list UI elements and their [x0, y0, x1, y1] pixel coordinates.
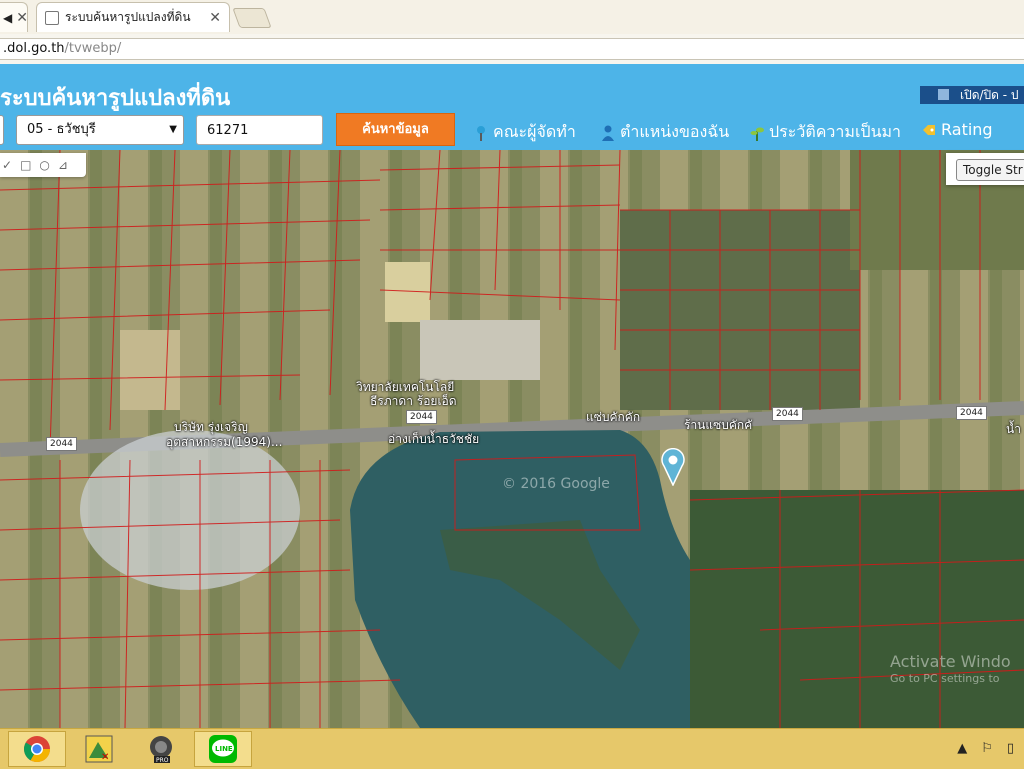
tag-icon [922, 122, 936, 138]
chevron-down-icon: ▼ [169, 124, 177, 135]
map-label-edge: น้ำ [1006, 420, 1021, 439]
url-path: /tvwebp/ [64, 41, 122, 56]
search-button[interactable]: ค้นหาข้อมูล [336, 113, 455, 146]
toggle-street-button[interactable]: Toggle Str [956, 159, 1024, 181]
map-label-company-line2: อุตสาหกรรม(1994)... [166, 435, 283, 449]
map-label-restaurant-2-text: ร้านแซบคักคั [684, 418, 753, 432]
map-watermark: © 2016 Google [502, 476, 610, 492]
svg-text:✕: ✕ [101, 752, 109, 763]
taskbar-chrome[interactable] [8, 731, 66, 767]
parcel-number-input[interactable] [196, 115, 323, 145]
map-label-restaurant-1-text: แซ่บคักคัก [586, 410, 641, 424]
chrome-icon [23, 736, 51, 763]
road-shield: 2044 [772, 407, 803, 421]
map-imagery [0, 150, 1024, 728]
tab-close-icon[interactable]: ✕ [16, 10, 28, 26]
map-label-edge-text: น้ำ [1006, 422, 1021, 436]
draw-rectangle-icon[interactable]: □ [20, 158, 31, 172]
url-host: .dol.go.th [3, 41, 65, 56]
page-favicon-icon [45, 10, 59, 25]
panel-toggle-button[interactable]: เปิด/ปิด - ป [920, 86, 1024, 104]
media-pro-icon: PRO [150, 736, 172, 764]
tab-title: ระบบค้นหารูปแปลงที่ดิน [65, 10, 191, 24]
svg-text:PRO: PRO [156, 757, 169, 764]
panel-toggle-label: เปิด/ปิด - ป [960, 88, 1019, 102]
checkbox-icon [938, 89, 949, 100]
map-label-company-2: อุตสาหกรรม(1994)... [166, 433, 282, 452]
nav-credits-label: คณะผู้จัดทำ [493, 122, 576, 141]
nav-my-location[interactable]: ตำแหน่งของฉัน [601, 120, 729, 145]
map-label-college-2: ธีรภาดา ร้อยเอ็ด [370, 392, 457, 411]
system-tray: ▲ ⚐ ▯ [957, 741, 1014, 756]
windows-taskbar: ✕ PRO LINE ▲ ⚐ ▯ [0, 728, 1024, 769]
leaf-icon [750, 125, 764, 141]
taskbar-line[interactable]: LINE [194, 731, 252, 767]
nav-credits[interactable]: คณะผู้จัดทำ [474, 120, 576, 145]
page-title: ระบบค้นหารูปแปลงที่ดิน [0, 86, 231, 111]
draw-line-icon[interactable]: ✓ [2, 158, 12, 172]
satellite-map[interactable]: วิทยาลัยเทคโนโลยี ธีรภาดา ร้อยเอ็ด บริษั… [0, 150, 1024, 728]
map-label-reservoir: อ่างเก็บน้ำธวัชชัย [388, 430, 479, 449]
image-viewer-icon: ✕ [85, 735, 113, 763]
map-label-company-line1: บริษัท รุ่งเจริญ [174, 420, 248, 434]
nav-history-label: ประวัติความเป็นมา [769, 122, 902, 141]
pin-icon [474, 125, 488, 141]
tray-expand-icon[interactable]: ▲ [957, 741, 967, 756]
new-tab-button[interactable] [232, 8, 272, 28]
toggle-street-panel: Toggle Str [946, 153, 1024, 185]
line-icon: LINE [209, 735, 237, 763]
nav-my-location-label: ตำแหน่งของฉัน [620, 122, 730, 141]
tray-flag-icon[interactable]: ⚐ [981, 741, 993, 756]
road-shield: 2044 [956, 406, 987, 420]
province-select[interactable]: 05 - ธวัชบุรี ▼ [16, 115, 184, 145]
map-label-college-line2: ธีรภาดา ร้อยเอ็ด [370, 394, 457, 408]
activate-windows-subtext: Go to PC settings to [890, 672, 1000, 685]
district-select[interactable] [0, 115, 4, 145]
nav-rating-label: Rating [941, 120, 993, 139]
tab-close-icon[interactable]: ✕ [209, 10, 221, 26]
map-label-restaurant-2: ร้านแซบคักคั [684, 416, 752, 435]
tray-battery-icon[interactable]: ▯ [1007, 741, 1014, 756]
nav-rating[interactable]: Rating [922, 120, 993, 139]
svg-text:LINE: LINE [215, 745, 233, 753]
address-bar: .dol.go.th/tvwebp/ [0, 34, 1024, 65]
taskbar-image-viewer[interactable]: ✕ [70, 731, 128, 767]
taskbar-media-pro[interactable]: PRO [132, 731, 190, 767]
browser-tab-active[interactable]: ระบบค้นหารูปแปลงที่ดิน ✕ [36, 2, 230, 32]
browser-tabstrip: ◀ ✕ ระบบค้นหารูปแปลงที่ดิน ✕ [0, 0, 1024, 35]
province-select-value: 05 - ธวัชบุรี [27, 122, 96, 137]
map-label-restaurant-1: แซ่บคักคัก [586, 408, 640, 427]
person-icon [601, 125, 615, 141]
browser-tab-partial[interactable]: ◀ ✕ [0, 2, 28, 32]
road-shield: 2044 [406, 410, 437, 424]
draw-circle-icon[interactable]: ○ [39, 158, 49, 172]
map-label-reservoir-text: อ่างเก็บน้ำธวัชชัย [388, 432, 480, 446]
road-shield: 2044 [46, 437, 77, 451]
url-field[interactable]: .dol.go.th/tvwebp/ [0, 38, 1024, 60]
draw-polygon-icon[interactable]: ⊿ [58, 158, 68, 172]
drawing-toolbar: ✓ □ ○ ⊿ [0, 153, 86, 177]
activate-windows-text: Activate Windo [890, 652, 1011, 671]
speaker-icon: ◀ [3, 10, 13, 25]
nav-history[interactable]: ประวัติความเป็นมา [750, 120, 901, 145]
